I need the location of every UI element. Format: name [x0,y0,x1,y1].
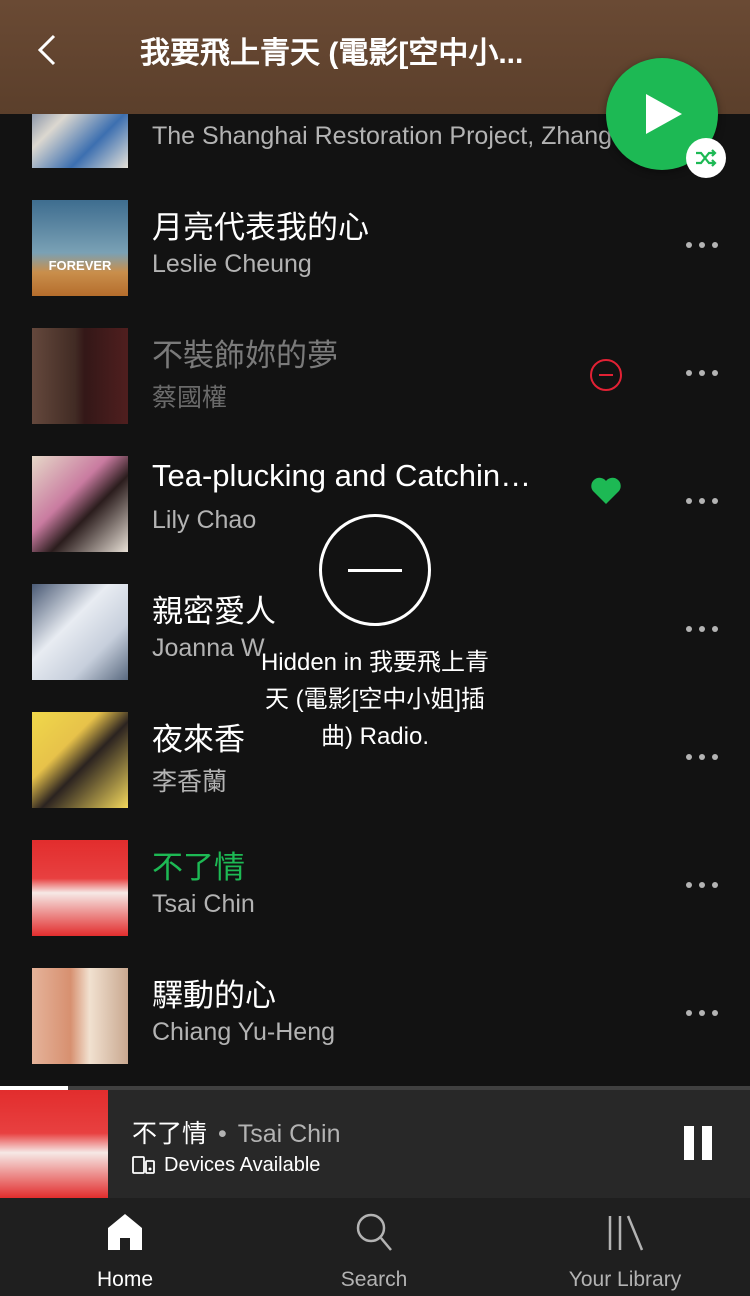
album-art [32,584,128,680]
toast-message: Hidden in 我要飛上青天 (電影[空中小姐]插曲) Radio. [260,649,490,750]
devices-available-button[interactable]: Devices Available [132,1154,320,1177]
track-artist: 李香蘭 [152,768,228,796]
shuffle-badge [686,138,726,178]
track-title: 月亮代表我的心 [152,210,369,245]
now-playing-info: 不了情 • Tsai Chin [132,1114,341,1150]
search-icon [356,1213,392,1251]
track-title: Tea-plucking and Catchin… [152,458,532,493]
library-icon [608,1215,644,1251]
album-art [32,840,128,936]
home-icon [108,1214,142,1250]
track-artist: The Shanghai Restoration Project, Zhang [152,122,612,150]
track-artist: Tsai Chin [152,890,255,918]
nav-label: Home [96,1268,154,1291]
album-art [32,712,128,808]
more-options-button[interactable] [684,228,720,264]
album-art [32,328,128,424]
now-playing-art [0,1090,108,1198]
separator: • [217,1120,227,1148]
shuffle-icon [696,149,717,167]
now-playing-bar[interactable]: 不了情 • Tsai Chin Devices Available [0,1090,750,1198]
track-title: 不了情 [152,850,245,885]
pause-icon [684,1126,694,1160]
bottom-nav: Home Search Your Library [0,1198,750,1296]
more-options-button[interactable] [684,740,720,776]
now-playing-artist: Tsai Chin [237,1120,341,1148]
album-art: FOREVER [32,200,128,296]
nav-label: Search [340,1268,408,1291]
heart-icon[interactable] [590,476,622,506]
devices-label: Devices Available [164,1154,321,1176]
play-icon [646,94,682,134]
track-row[interactable]: 驛動的心 Chiang Yu-Heng [0,952,750,1080]
track-row[interactable]: 不裝飾妳的夢 蔡國權 [0,312,750,440]
track-title: 不裝飾妳的夢 [152,338,338,373]
track-title: 驛動的心 [152,978,276,1013]
devices-icon [132,1156,155,1174]
page-title: 我要飛上青天 (電影[空中小... [140,37,524,70]
more-options-button[interactable] [684,484,720,520]
more-options-button[interactable] [684,868,720,904]
album-art [32,968,128,1064]
chevron-left-icon [37,34,56,66]
album-art-label: FOREVER [48,258,112,273]
track-row[interactable]: 不了情 Tsai Chin [0,824,750,952]
track-row[interactable]: FOREVER 月亮代表我的心 Leslie Cheung [0,184,750,312]
track-artist: Chiang Yu-Heng [152,1018,336,1046]
album-art [32,456,128,552]
nav-library[interactable]: Your Library [500,1198,750,1296]
pause-button[interactable] [676,1124,718,1166]
hidden-icon[interactable] [590,359,622,391]
nav-search[interactable]: Search [249,1198,499,1296]
track-artist: 蔡國權 [152,384,228,412]
more-options-button[interactable] [684,356,720,392]
more-options-button[interactable] [684,996,720,1032]
now-playing-title: 不了情 [132,1120,208,1148]
track-artist: Leslie Cheung [152,250,312,278]
nav-label: Your Library [568,1268,682,1291]
more-options-button[interactable] [684,612,720,648]
hidden-toast-icon [319,514,431,626]
album-art [32,114,128,168]
nav-home[interactable]: Home [0,1198,250,1296]
back-button[interactable] [30,30,70,70]
